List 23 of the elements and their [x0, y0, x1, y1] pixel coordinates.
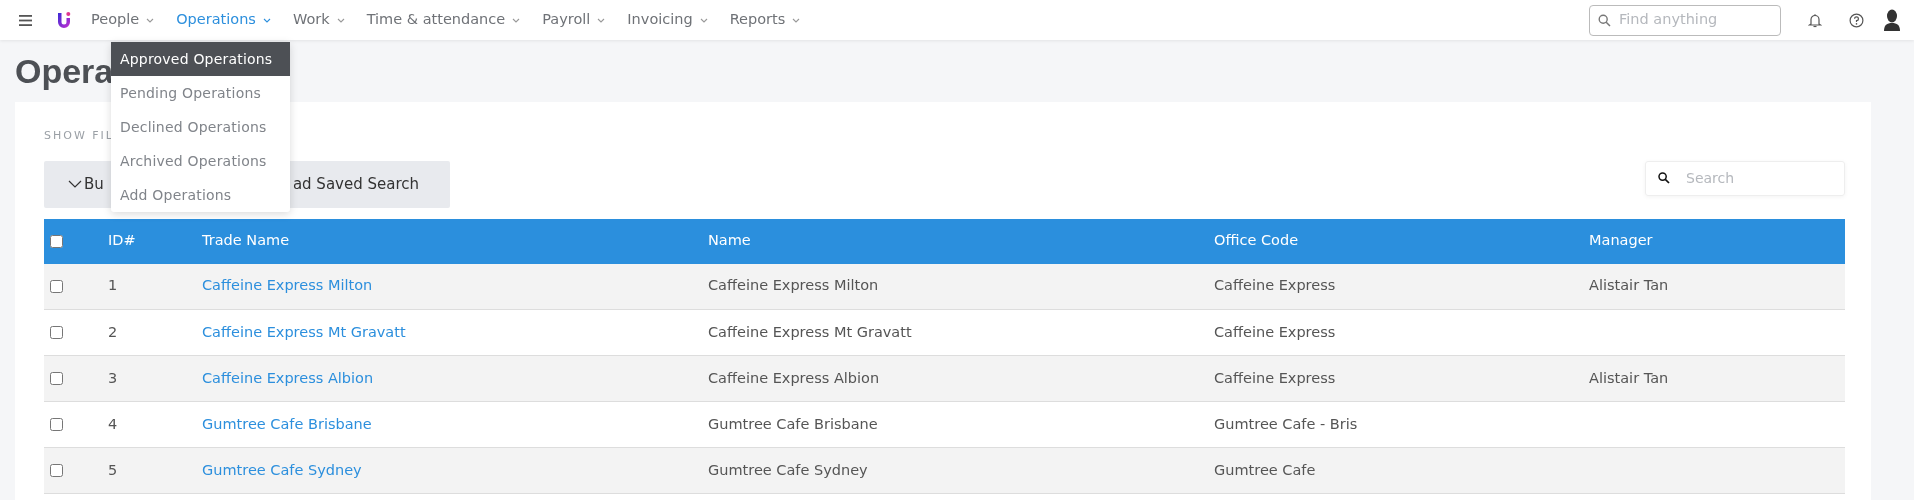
table-cell: Gumtree Cafe [1214, 461, 1316, 478]
table-cell: Alistair Tan [1589, 369, 1669, 386]
column-header: ID# [108, 232, 136, 249]
table-cell: 5 [108, 461, 118, 478]
table-cell: 4 [108, 415, 118, 432]
column-header: Name [708, 232, 751, 249]
table-cell: 3 [108, 369, 118, 386]
table-cell: Caffeine Express [1214, 277, 1336, 294]
table-cell: Gumtree Cafe Brisbane [708, 415, 878, 432]
table-cell: Caffeine Express Albion [708, 369, 880, 386]
table-cell: Caffeine Express [1214, 323, 1336, 340]
page-title: Opera [15, 51, 114, 92]
table-cell: Gumtree Cafe Sydney [708, 461, 868, 478]
table-cell: Caffeine Express [1214, 369, 1336, 386]
column-header: Office Code [1214, 232, 1299, 249]
column-header: Trade Name [202, 232, 290, 249]
table-cell: 1 [108, 277, 118, 294]
table-cell: Gumtree Cafe - Bris [1214, 415, 1358, 432]
table-cell: 2 [108, 323, 118, 340]
table-cell: Caffeine Express Mt Gravatt [708, 323, 912, 340]
table-cell: Alistair Tan [1589, 277, 1669, 294]
table-cell: Caffeine Express Milton [708, 277, 879, 294]
column-header: Manager [1589, 232, 1653, 249]
